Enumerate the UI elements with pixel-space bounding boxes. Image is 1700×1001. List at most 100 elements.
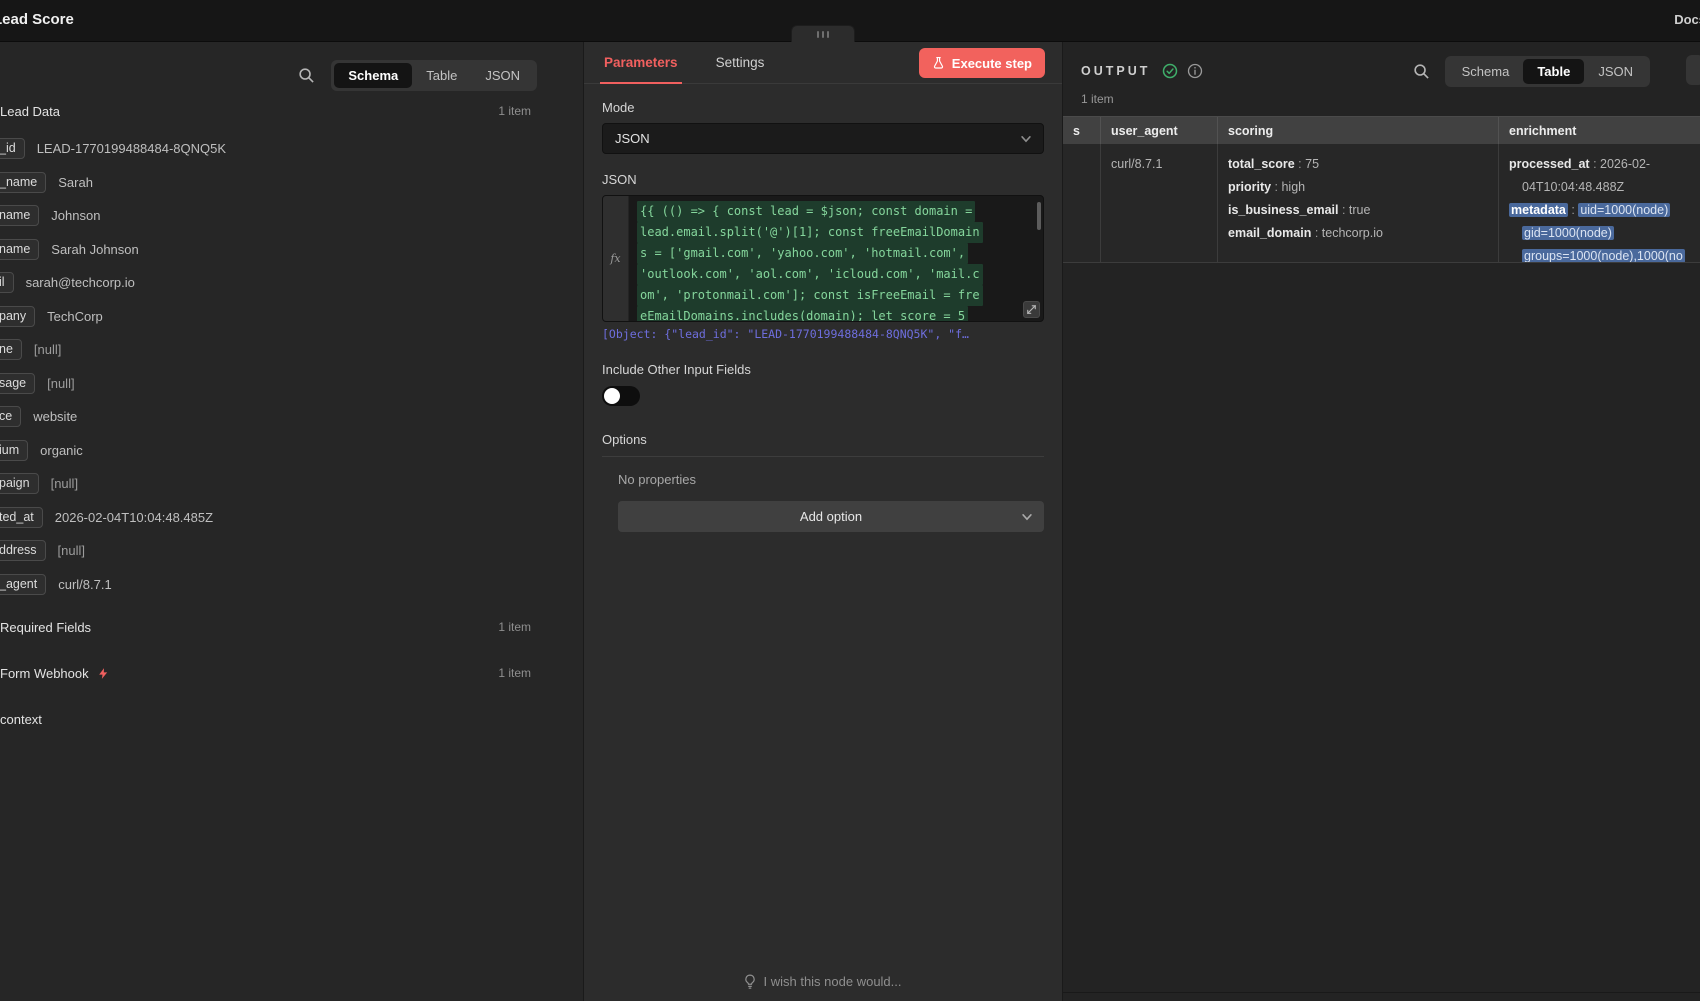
- field-key-pill[interactable]: name: [0, 239, 39, 260]
- schema-field-row: sage[null]: [0, 367, 531, 401]
- field-key-pill[interactable]: name: [0, 205, 39, 226]
- editor-code[interactable]: {{ (() => { const lead = $json; const do…: [629, 196, 1043, 321]
- add-option-label: Add option: [800, 509, 862, 524]
- code-line: s = ['gmail.com', 'yahoo.com', 'hotmail.…: [637, 243, 968, 264]
- json-field-label: JSON: [602, 172, 1044, 187]
- toggle-knob: [604, 388, 620, 404]
- output-tab-schema[interactable]: Schema: [1448, 59, 1524, 84]
- input-tab-table[interactable]: Table: [412, 63, 471, 88]
- schema-field-row: _idLEAD-1770199488484-8QNQ5K: [0, 132, 531, 166]
- chevron-down-icon: [1019, 132, 1033, 146]
- include-other-fields-toggle[interactable]: [602, 386, 640, 406]
- output-search-icon[interactable]: [1413, 63, 1430, 80]
- field-key-pill[interactable]: sage: [0, 373, 35, 394]
- docs-link[interactable]: Docs: [1674, 12, 1700, 27]
- field-value: 2026-02-04T10:04:48.485Z: [55, 510, 213, 525]
- output-table: s user_agent scoring enrichment curl/8.7…: [1063, 116, 1700, 263]
- selected-text: gid=1000(node): [1522, 226, 1614, 240]
- field-value: organic: [40, 443, 83, 458]
- output-panel-header: OUTPUT Schema Table JSON: [1063, 42, 1700, 86]
- schema-field-row: ted_at 2026-02-04T10:04:48.485Z: [0, 501, 531, 535]
- output-tab-table[interactable]: Table: [1523, 59, 1584, 84]
- field-value: Sarah Johnson: [51, 242, 138, 257]
- section-context-label: context: [0, 712, 42, 727]
- code-line: om', 'protonmail.com']; const isFreeEmai…: [637, 285, 983, 306]
- no-properties-text: No properties: [602, 472, 1044, 487]
- code-line: lead.email.split('@')[1]; const freeEmai…: [637, 222, 983, 243]
- include-other-fields-label: Include Other Input Fields: [602, 362, 1044, 377]
- field-key-pill[interactable]: ce: [0, 406, 21, 427]
- flask-icon: [932, 56, 945, 70]
- code-line: eEmailDomains.includes(domain); let scor…: [637, 306, 968, 321]
- field-key-pill[interactable]: ne: [0, 339, 22, 360]
- code-line: 'outlook.com', 'aol.com', 'icloud.com', …: [637, 264, 983, 285]
- input-panel-header: Schema Table JSON: [0, 42, 583, 90]
- panel-bottom-edge: [1063, 992, 1700, 993]
- expand-icon: [1027, 305, 1036, 314]
- field-key-pill[interactable]: il: [0, 272, 14, 293]
- input-schema-body: Lead Data 1 item _idLEAD-1770199488484-8…: [0, 96, 583, 739]
- node-settings-tabs: Parameters Settings Execute step: [584, 42, 1062, 84]
- field-value: [null]: [51, 476, 78, 491]
- info-icon[interactable]: [1187, 63, 1203, 79]
- tab-settings[interactable]: Settings: [712, 42, 769, 84]
- section-context[interactable]: context: [0, 699, 531, 739]
- schema-field-row: _nameSarah: [0, 166, 531, 200]
- column-header-enrichment: enrichment: [1499, 117, 1700, 144]
- field-key-pill[interactable]: _name: [0, 172, 46, 193]
- column-header-user-agent: user_agent: [1101, 117, 1218, 144]
- section-lead-data[interactable]: Lead Data 1 item: [0, 96, 531, 126]
- schema-field-row: _agent curl/8.7.1: [0, 568, 531, 602]
- section-lead-data-count: 1 item: [498, 104, 531, 118]
- selected-text: metadata: [1509, 203, 1568, 217]
- field-key-pill[interactable]: _id: [0, 138, 25, 159]
- editor-expand-button[interactable]: [1023, 301, 1040, 318]
- tab-parameters[interactable]: Parameters: [600, 42, 682, 84]
- schema-field-row: ne [null]: [0, 333, 531, 367]
- field-key-pill[interactable]: ted_at: [0, 507, 43, 528]
- add-option-select[interactable]: Add option: [618, 501, 1044, 532]
- output-tab-json[interactable]: JSON: [1584, 59, 1647, 84]
- field-value: curl/8.7.1: [58, 577, 111, 592]
- section-form-webhook[interactable]: Form Webhook 1 item: [0, 653, 531, 693]
- section-required-fields[interactable]: Required Fields 1 item: [0, 607, 531, 647]
- cell-user-agent: curl/8.7.1: [1101, 144, 1218, 262]
- input-tab-schema[interactable]: Schema: [334, 63, 412, 88]
- schema-field-list: _idLEAD-1770199488484-8QNQ5K _name Sarah …: [0, 132, 531, 601]
- mode-label: Mode: [602, 100, 1044, 115]
- editor-gutter: fx: [603, 196, 629, 321]
- output-title: OUTPUT: [1081, 64, 1150, 78]
- section-required-fields-count: 1 item: [498, 620, 531, 634]
- output-item-count: 1 item: [1063, 92, 1700, 106]
- input-tab-json[interactable]: JSON: [471, 63, 534, 88]
- json-expression-editor[interactable]: fx {{ (() => { const lead = $json; const…: [602, 195, 1044, 322]
- chevron-down-icon: [1020, 510, 1034, 524]
- node-feedback-link[interactable]: I wish this node would...: [584, 974, 1062, 989]
- field-key-pill[interactable]: _agent: [0, 574, 46, 595]
- input-panel: Schema Table JSON Lead Data 1 item _idLE…: [0, 42, 584, 1001]
- output-panel: OUTPUT Schema Table JSON 1 item s user_a…: [1062, 42, 1700, 1001]
- cell-truncated: [1063, 144, 1101, 262]
- field-key-pill[interactable]: ium: [0, 440, 28, 461]
- column-header-scoring: scoring: [1218, 117, 1499, 144]
- field-value: [null]: [34, 342, 61, 357]
- output-table-row[interactable]: curl/8.7.1 total_score : 75 priority : h…: [1063, 144, 1700, 263]
- expression-preview: [Object: {"lead_id": "LEAD-1770199488484…: [602, 327, 1044, 341]
- output-view-tabs: Schema Table JSON: [1445, 56, 1650, 87]
- clipped-control[interactable]: [1686, 55, 1700, 85]
- field-key-pill[interactable]: paign: [0, 473, 39, 494]
- schema-field-row: nameJohnson: [0, 199, 531, 233]
- editor-scrollbar[interactable]: [1037, 202, 1041, 230]
- output-table-header: s user_agent scoring enrichment: [1063, 116, 1700, 144]
- mode-select[interactable]: JSON: [602, 123, 1044, 154]
- node-feedback-label: I wish this node would...: [763, 974, 901, 989]
- input-search-icon[interactable]: [298, 67, 315, 84]
- options-label: Options: [602, 432, 1044, 457]
- cell-enrichment: processed_at : 2026-02- 04T10:04:48.488Z…: [1499, 144, 1700, 262]
- field-key-pill[interactable]: ddress: [0, 540, 46, 561]
- field-value: sarah@techcorp.io: [26, 275, 135, 290]
- execute-step-button[interactable]: Execute step: [919, 48, 1045, 78]
- field-key-pill[interactable]: pany: [0, 306, 35, 327]
- panel-drag-handle[interactable]: [791, 25, 855, 42]
- section-form-webhook-count: 1 item: [498, 666, 531, 680]
